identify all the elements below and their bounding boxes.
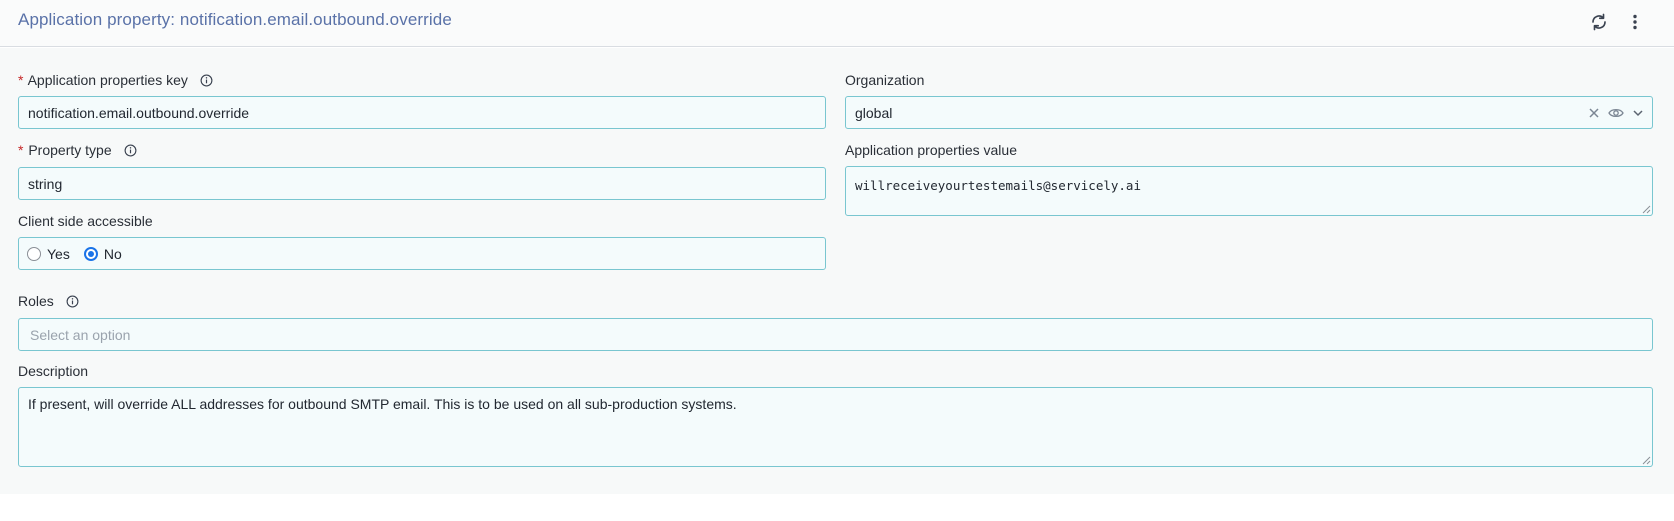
roles-label-text: Roles [18, 293, 54, 309]
refresh-icon [1592, 13, 1606, 31]
radio-no[interactable] [83, 246, 98, 261]
property-type-label-text: Property type [28, 142, 112, 158]
key-input[interactable]: notification.email.outbound.override [18, 96, 826, 129]
kebab-menu-icon [1633, 14, 1637, 30]
description-textarea[interactable]: If present, will override ALL addresses … [18, 387, 1653, 467]
description-text: If present, will override ALL addresses … [28, 396, 737, 412]
resize-handle-icon[interactable] [1641, 204, 1651, 214]
more-options-button[interactable] [1622, 9, 1648, 35]
key-label-text: Application properties key [27, 72, 188, 88]
info-icon[interactable] [66, 295, 79, 308]
page-footer-space [0, 494, 1674, 521]
radio-yes-label: Yes [47, 245, 70, 262]
property-value-text: willreceiveyourtestemails@servicely.ai [855, 178, 1141, 193]
organization-value: global [855, 104, 893, 121]
application-property-page: Application property: notification.email… [0, 0, 1674, 521]
required-marker: * [18, 142, 24, 158]
info-icon[interactable] [200, 74, 213, 87]
radio-no-label: No [103, 245, 122, 262]
key-label: * Application properties key [18, 72, 213, 88]
organization-actions [1588, 97, 1644, 128]
property-type-label: * Property type [18, 142, 137, 158]
property-value-label: Application properties value [845, 142, 1017, 158]
roles-select[interactable]: Select an option [18, 318, 1653, 351]
info-icon[interactable] [124, 144, 137, 157]
page-header: Application property: notification.email… [0, 0, 1674, 47]
chevron-down-icon[interactable] [1632, 107, 1644, 119]
organization-label: Organization [845, 72, 925, 88]
client-side-radio-group: Yes No [18, 237, 826, 270]
radio-yes[interactable] [27, 246, 41, 261]
page-title: Application property: notification.email… [18, 10, 452, 29]
clear-icon[interactable] [1588, 107, 1600, 119]
required-marker: * [18, 72, 24, 88]
roles-label: Roles [18, 293, 79, 309]
property-value-textarea[interactable]: willreceiveyourtestemails@servicely.ai [845, 166, 1653, 216]
property-form: * Application properties key notificatio… [0, 48, 1674, 494]
property-type-input[interactable]: string [18, 167, 826, 200]
eye-icon[interactable] [1608, 107, 1624, 119]
refresh-button[interactable] [1586, 9, 1612, 35]
description-label: Description [18, 363, 89, 379]
organization-select[interactable]: global [845, 96, 1653, 129]
client-side-label: Client side accessible [18, 213, 153, 229]
resize-handle-icon[interactable] [1641, 455, 1651, 465]
